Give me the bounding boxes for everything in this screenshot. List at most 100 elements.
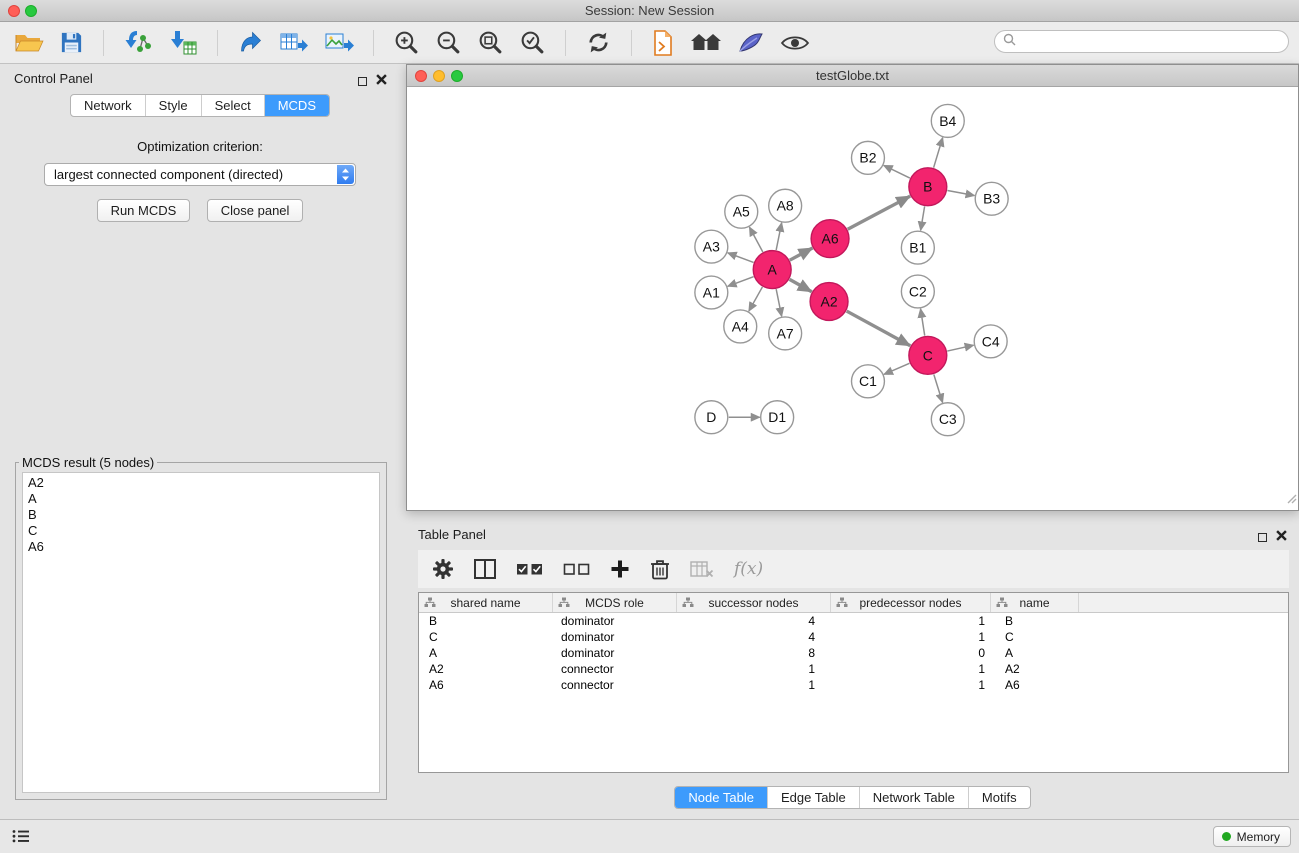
import-table-icon[interactable]: [168, 29, 198, 57]
open-session-icon[interactable]: [14, 30, 44, 56]
show-columns-icon[interactable]: [474, 559, 496, 579]
criterion-select[interactable]: largest connected component (directed): [44, 163, 356, 186]
add-row-icon[interactable]: [610, 559, 630, 579]
graph-node-D1[interactable]: D1: [761, 401, 794, 434]
table-row[interactable]: A6connector11A6: [419, 677, 1288, 693]
graph-edge-B-B3[interactable]: [947, 190, 974, 195]
graph-edge-C-C1[interactable]: [884, 363, 909, 374]
tab-node-table[interactable]: Node Table: [675, 787, 767, 808]
graph-node-B3[interactable]: B3: [975, 182, 1008, 215]
graph-node-A7[interactable]: A7: [769, 317, 802, 350]
graph-edge-A-A7[interactable]: [776, 289, 781, 316]
graph-edge-A-A8[interactable]: [776, 223, 781, 250]
graph-node-A6[interactable]: A6: [811, 220, 849, 258]
graph-node-B4[interactable]: B4: [931, 104, 964, 137]
table-row[interactable]: Adominator80A: [419, 645, 1288, 661]
result-item[interactable]: A6: [28, 539, 374, 555]
save-session-icon[interactable]: [59, 30, 84, 55]
graph-node-C4[interactable]: C4: [974, 325, 1007, 358]
graph-edge-A6-B[interactable]: [848, 196, 910, 229]
result-item[interactable]: A: [28, 491, 374, 507]
network-canvas[interactable]: B4 B2 B B3 A5 A8 A6 A3 B1 A C2 A1 A2 A4 A7 C4 C C1 C3 D D1: [407, 88, 1298, 510]
float-panel-icon[interactable]: [1258, 533, 1267, 542]
graph-node-C1[interactable]: C1: [852, 365, 885, 398]
tab-mcds[interactable]: MCDS: [264, 95, 329, 116]
graph-edge-A-A6[interactable]: [790, 248, 813, 260]
column-header-predecessor-nodes[interactable]: predecessor nodes: [831, 593, 991, 612]
close-panel-icon[interactable]: [376, 72, 387, 90]
graph-node-B[interactable]: B: [909, 168, 947, 206]
table-row[interactable]: Bdominator41B: [419, 613, 1288, 629]
graph-edge-C-C4[interactable]: [947, 345, 973, 351]
zoom-out-icon[interactable]: [435, 29, 462, 56]
graph-node-A8[interactable]: A8: [769, 189, 802, 222]
column-header-mcds-role[interactable]: MCDS role: [553, 593, 677, 612]
graph-edge-A-A1[interactable]: [728, 277, 754, 287]
graph-node-A[interactable]: A: [753, 251, 791, 289]
graph-edge-C-C2[interactable]: [921, 309, 925, 336]
home-icon[interactable]: [690, 31, 722, 55]
refresh-icon[interactable]: [585, 29, 612, 56]
graph-node-A2[interactable]: A2: [810, 283, 848, 321]
graph-edge-A-A5[interactable]: [749, 227, 762, 252]
tab-edge-table[interactable]: Edge Table: [767, 787, 859, 808]
table-row[interactable]: A2connector11A2: [419, 661, 1288, 677]
graph-edge-A-A4[interactable]: [749, 287, 763, 311]
graph-edge-B-B1[interactable]: [921, 206, 925, 230]
zoom-in-icon[interactable]: [393, 29, 420, 56]
graph-node-A1[interactable]: A1: [695, 276, 728, 309]
deselect-all-icon[interactable]: [563, 560, 590, 578]
style-brush-icon[interactable]: [737, 31, 765, 55]
tab-network[interactable]: Network: [71, 95, 145, 116]
tab-style[interactable]: Style: [145, 95, 201, 116]
graph-node-C2[interactable]: C2: [901, 275, 934, 308]
resize-grip-icon[interactable]: [1285, 491, 1297, 509]
graph-node-B2[interactable]: B2: [852, 141, 885, 174]
tab-network-table[interactable]: Network Table: [859, 787, 968, 808]
column-header-successor-nodes[interactable]: successor nodes: [677, 593, 831, 612]
task-history-icon[interactable]: [12, 829, 30, 849]
graph-node-C[interactable]: C: [909, 336, 947, 374]
graph-node-A3[interactable]: A3: [695, 230, 728, 263]
graph-node-A5[interactable]: A5: [725, 195, 758, 228]
close-panel-icon[interactable]: [1276, 528, 1287, 546]
zoom-selected-icon[interactable]: [519, 29, 546, 56]
search-input[interactable]: [1021, 33, 1278, 51]
graph-node-C3[interactable]: C3: [931, 403, 964, 436]
open-document-icon[interactable]: [651, 29, 675, 57]
show-hide-eye-icon[interactable]: [780, 33, 810, 53]
memory-label: Memory: [1237, 830, 1280, 844]
select-all-icon[interactable]: [516, 560, 543, 578]
result-item[interactable]: B: [28, 507, 374, 523]
result-item[interactable]: C: [28, 523, 374, 539]
close-panel-button[interactable]: Close panel: [207, 199, 304, 222]
float-panel-icon[interactable]: [358, 77, 367, 86]
result-item[interactable]: A2: [28, 475, 374, 491]
graph-node-B1[interactable]: B1: [901, 231, 934, 264]
mcds-result-list[interactable]: A2ABCA6: [22, 472, 380, 793]
graph-edge-B-B4[interactable]: [934, 138, 943, 168]
graph-edge-B-B2[interactable]: [884, 165, 910, 178]
tab-motifs[interactable]: Motifs: [968, 787, 1030, 808]
column-header-shared-name[interactable]: shared name: [419, 593, 553, 612]
graph-node-A4[interactable]: A4: [724, 310, 757, 343]
graph-edge-A2-C[interactable]: [847, 311, 911, 346]
network-canvas-area[interactable]: B4 B2 B B3 A5 A8 A6 A3 B1 A C2 A1 A2 A4 A7 C4 C C1 C3 D D1: [407, 88, 1298, 510]
graph-edge-A-A3[interactable]: [728, 253, 754, 263]
run-mcds-button[interactable]: Run MCDS: [97, 199, 191, 222]
settings-gear-icon[interactable]: [432, 558, 454, 580]
memory-button[interactable]: Memory: [1213, 826, 1291, 847]
search-field[interactable]: [994, 30, 1289, 53]
graph-edge-C-C3[interactable]: [934, 374, 943, 402]
graph-node-D[interactable]: D: [695, 401, 728, 434]
column-header-name[interactable]: name: [991, 593, 1079, 612]
export-network-icon[interactable]: [237, 30, 264, 56]
graph-edge-A-A2[interactable]: [790, 279, 812, 291]
zoom-fit-icon[interactable]: [477, 29, 504, 56]
table-row[interactable]: Cdominator41C: [419, 629, 1288, 645]
tab-select[interactable]: Select: [201, 95, 264, 116]
delete-row-icon[interactable]: [650, 558, 670, 580]
import-network-icon[interactable]: [123, 29, 153, 57]
export-table-icon[interactable]: [279, 30, 309, 56]
export-image-icon[interactable]: [324, 30, 354, 56]
